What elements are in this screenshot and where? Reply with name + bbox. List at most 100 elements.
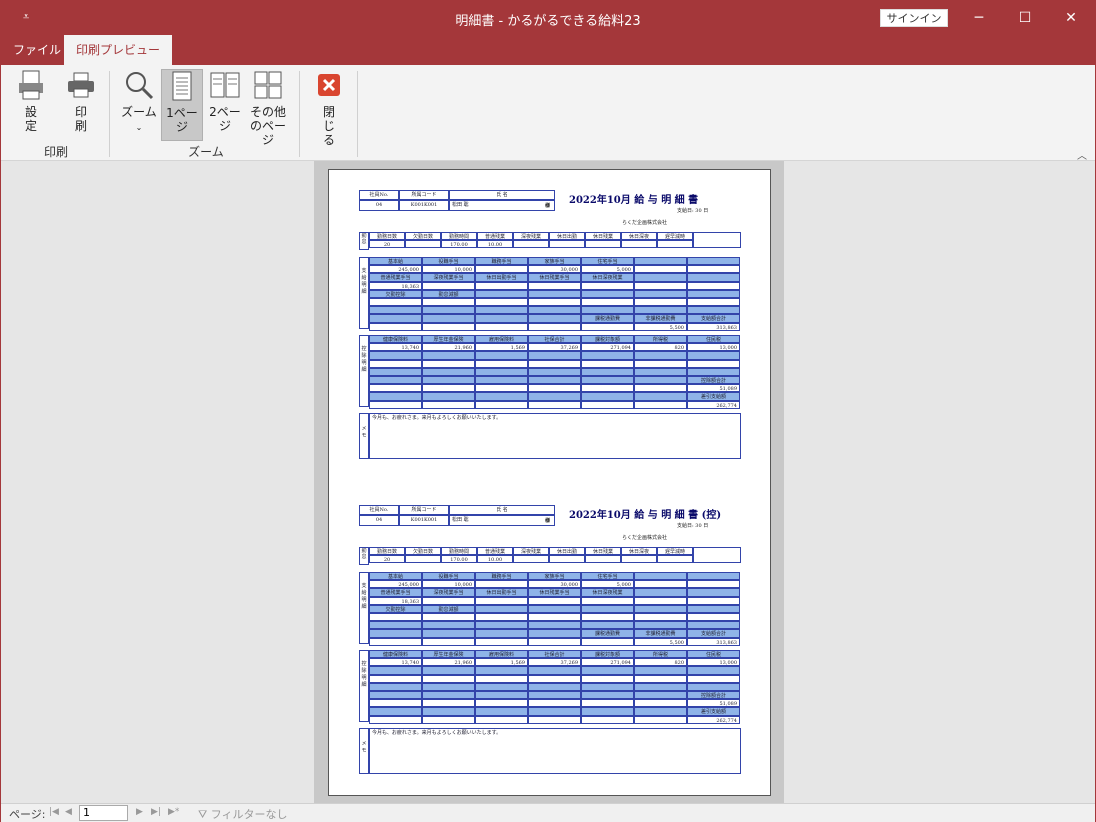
deduction-cell: [422, 400, 475, 409]
one-page-button[interactable]: 1ページ: [161, 69, 203, 141]
deduction-cell: 差引支給額: [687, 392, 740, 401]
deduction-cell: 雇用保険料: [475, 650, 528, 659]
pay-cell: [687, 281, 740, 290]
first-page-icon[interactable]: |◀: [49, 807, 59, 817]
slip-title: 2022年10月 給 与 明 細 書 (控): [569, 510, 722, 521]
pay-cell: [634, 572, 687, 581]
deduction-cell: [687, 674, 740, 683]
filter-status[interactable]: ⛛ フィルターなし: [198, 806, 288, 822]
deduction-cell: [687, 351, 740, 360]
next-page-icon[interactable]: ▶: [136, 807, 143, 817]
tab-file[interactable]: ファイル: [1, 35, 73, 65]
pay-cell: [369, 298, 422, 307]
pay-cell: [369, 613, 422, 622]
deduction-cell: [528, 707, 581, 716]
pay-cell: 5,500: [634, 322, 687, 331]
print-button[interactable]: 印刷: [61, 69, 101, 141]
pay-cell: [687, 580, 740, 589]
pay-cell: [687, 588, 740, 597]
pay-cell: [687, 298, 740, 307]
deduction-cell: 1,569: [475, 658, 528, 667]
deduction-cell: [634, 682, 687, 691]
employee-header: 社員No.: [359, 505, 399, 515]
deduction-cell: [475, 359, 528, 368]
last-page-icon[interactable]: ▶|: [151, 807, 161, 817]
deduction-cell: 262,774: [687, 715, 740, 724]
pay-cell: 休日残業手当: [528, 588, 581, 597]
pay-cell: [581, 281, 634, 290]
prev-page-icon[interactable]: ◀: [65, 807, 72, 817]
deduction-cell: [634, 707, 687, 716]
deduction-cell: 262,774: [687, 400, 740, 409]
pay-cell: [422, 629, 475, 638]
pay-cell: [475, 621, 528, 630]
memo-side-label: メモ: [359, 728, 369, 774]
deduction-cell: [369, 682, 422, 691]
tab-print-preview[interactable]: 印刷プレビュー: [64, 35, 173, 65]
two-page-button[interactable]: 2ページ: [205, 69, 245, 141]
deduction-cell: [634, 674, 687, 683]
pay-cell: 休日深夜残業: [581, 273, 634, 282]
report-page: 社員No. 所属コード氏 名 04 K001K001 松田 聡様 2022年10月 給 与…: [328, 169, 771, 796]
pay-cell: [634, 604, 687, 613]
deduction-cell: [422, 351, 475, 360]
attendance-value: 170.00: [441, 555, 477, 563]
deduction-cell: [528, 691, 581, 700]
pay-cell: [528, 604, 581, 613]
collapse-ribbon-icon[interactable]: ︿: [1077, 147, 1087, 162]
attendance-value: [513, 240, 549, 248]
deduction-cell: [528, 682, 581, 691]
page-number-input[interactable]: 1: [79, 805, 128, 821]
deduction-cell: 所得税: [634, 650, 687, 659]
new-record-icon[interactable]: ▶*: [168, 807, 179, 817]
attendance-side-label: 勤怠: [359, 232, 369, 250]
attendance-value: 10.00: [477, 555, 513, 563]
deduction-cell: [422, 682, 475, 691]
pay-cell: [634, 588, 687, 597]
chevron-down-icon: ⌄: [135, 123, 143, 132]
pay-cell: [422, 281, 475, 290]
deduction-cell: 37,269: [528, 658, 581, 667]
signin-button[interactable]: サインイン: [880, 9, 948, 27]
deduction-cell: 13,740: [369, 658, 422, 667]
deduction-cell: [687, 367, 740, 376]
deduction-cell: 雇用保険料: [475, 335, 528, 344]
setup-button[interactable]: 設定: [11, 69, 51, 141]
deduction-cell: 271,094: [581, 658, 634, 667]
pay-cell: [687, 613, 740, 622]
pay-cell: [528, 613, 581, 622]
pay-cell: [422, 306, 475, 315]
preview-area[interactable]: 社員No. 所属コード氏 名 04 K001K001 松田 聡様 2022年10月 給 与…: [3, 161, 1093, 803]
pay-cell: [634, 621, 687, 630]
pay-cell: [634, 596, 687, 605]
pay-cell: 休日出勤手当: [475, 273, 528, 282]
pay-cell: [634, 289, 687, 298]
pay-cell: 10,000: [422, 265, 475, 274]
memo-box: 今月も、お疲れさま。来月もよろしくお願いいたします。: [369, 728, 741, 774]
deduction-cell: [634, 392, 687, 401]
pay-cell: 役職手当: [422, 257, 475, 266]
deduction-cell: [581, 715, 634, 724]
deduction-cell: [422, 392, 475, 401]
pay-cell: 5,500: [634, 637, 687, 646]
pay-cell: [528, 281, 581, 290]
page-nav-label: ページ:: [9, 808, 46, 821]
pay-cell: [475, 298, 528, 307]
zoom-button[interactable]: ズーム ⌄: [117, 69, 161, 141]
close-preview-button[interactable]: 閉じる: [309, 69, 349, 147]
pay-cell: [528, 621, 581, 630]
pay-cell: 10,000: [422, 580, 475, 589]
more-pages-button[interactable]: その他のページ: [245, 69, 291, 147]
deduction-cell: [634, 699, 687, 708]
pay-cell: [528, 322, 581, 331]
maximize-icon[interactable]: ☐: [1002, 1, 1048, 35]
deduction-cell: [634, 400, 687, 409]
deduction-cell: 37,269: [528, 343, 581, 352]
close-window-icon[interactable]: ✕: [1048, 1, 1094, 35]
pay-cell: [475, 629, 528, 638]
minimize-icon[interactable]: ─: [956, 1, 1002, 35]
deduction-cell: 13,740: [369, 343, 422, 352]
employee-value: 松田 聡: [449, 515, 555, 526]
more-pages-label: その他のページ: [249, 105, 286, 147]
attendance-value: [585, 555, 621, 563]
